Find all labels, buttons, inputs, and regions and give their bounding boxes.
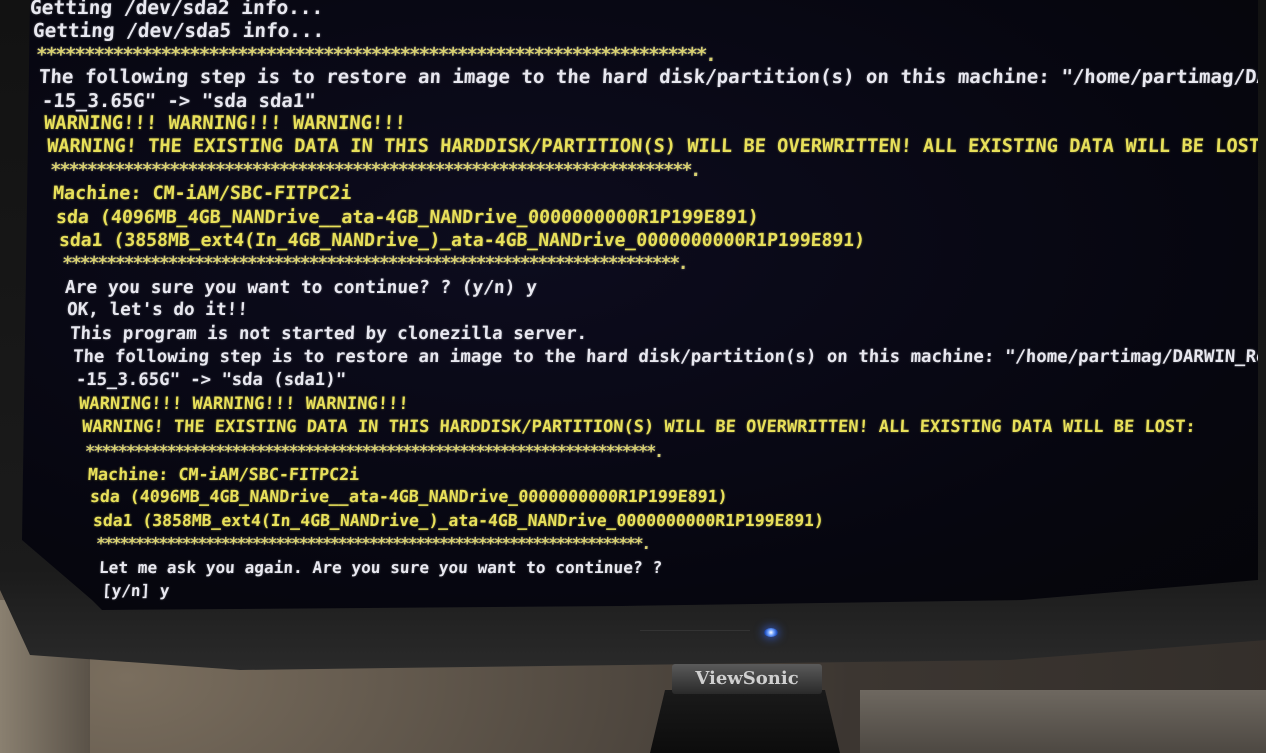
terminal-line: The following step is to restore an imag… [38,66,1258,89]
terminal-line: ****************************************… [61,253,688,275]
terminal-line: ****************************************… [95,534,650,554]
terminal-line: ****************************************… [49,159,701,181]
terminal-line: -15_3.65G" -> "sda (sda1)" [75,370,347,391]
monitor-screen: Getting /dev/sda2 info... Getting /dev/sd… [22,0,1258,610]
desk-surface-right [860,690,1266,753]
terminal-line: -15_3.65G" -> "sda sda1" [41,89,317,112]
power-led-icon [764,628,778,637]
terminal-line: [y/n] y [101,581,170,600]
terminal-line: WARNING!!! WARNING!!! WARNING!!! [78,393,410,414]
terminal-line: WARNING! THE EXISTING DATA IN THIS HARDD… [81,417,1197,438]
monitor-bezel: Getting /dev/sda2 info... Getting /dev/sd… [0,0,1266,670]
terminal-line: Machine: CM-iAM/SBC-FITPC2i [52,183,353,205]
terminal-line: This program is not started by clonezill… [69,323,588,344]
terminal-line: WARNING! THE EXISTING DATA IN THIS HARDD… [46,136,1258,158]
brand-logo: ViewSonic [672,664,822,694]
terminal-line: ****************************************… [35,42,716,66]
terminal-line: The following step is to restore an imag… [72,347,1258,367]
terminal-line: sda1 (3858MB_ext4(In_4GB_NANDrive_)_ata-… [92,510,825,530]
terminal-line: Let me ask you again. Are you sure you w… [98,557,663,577]
bezel-buttons [640,630,750,637]
terminal-line: OK, let's do it!! [66,300,249,321]
terminal-line: Getting /dev/sda2 info... [29,0,325,19]
terminal-line: WARNING!!! WARNING!!! WARNING!!! [43,113,407,134]
terminal-line: Are you sure you want to continue? ? (y/… [64,276,538,298]
terminal-line: sda (4096MB_4GB_NANDrive__ata-4GB_NANDri… [55,206,760,228]
photo-scene: Getting /dev/sda2 info... Getting /dev/sd… [0,0,1266,753]
terminal-line: sda1 (3858MB_ext4(In_4GB_NANDrive_)_ata-… [58,230,866,251]
terminal-line: sda (4096MB_4GB_NANDrive__ata-4GB_NANDri… [89,487,729,507]
terminal-line: Machine: CM-iAM/SBC-FITPC2i [87,464,360,484]
terminal-line: ****************************************… [84,440,663,461]
terminal-line: Getting /dev/sda5 info... [32,19,325,43]
monitor-stand [650,690,840,753]
